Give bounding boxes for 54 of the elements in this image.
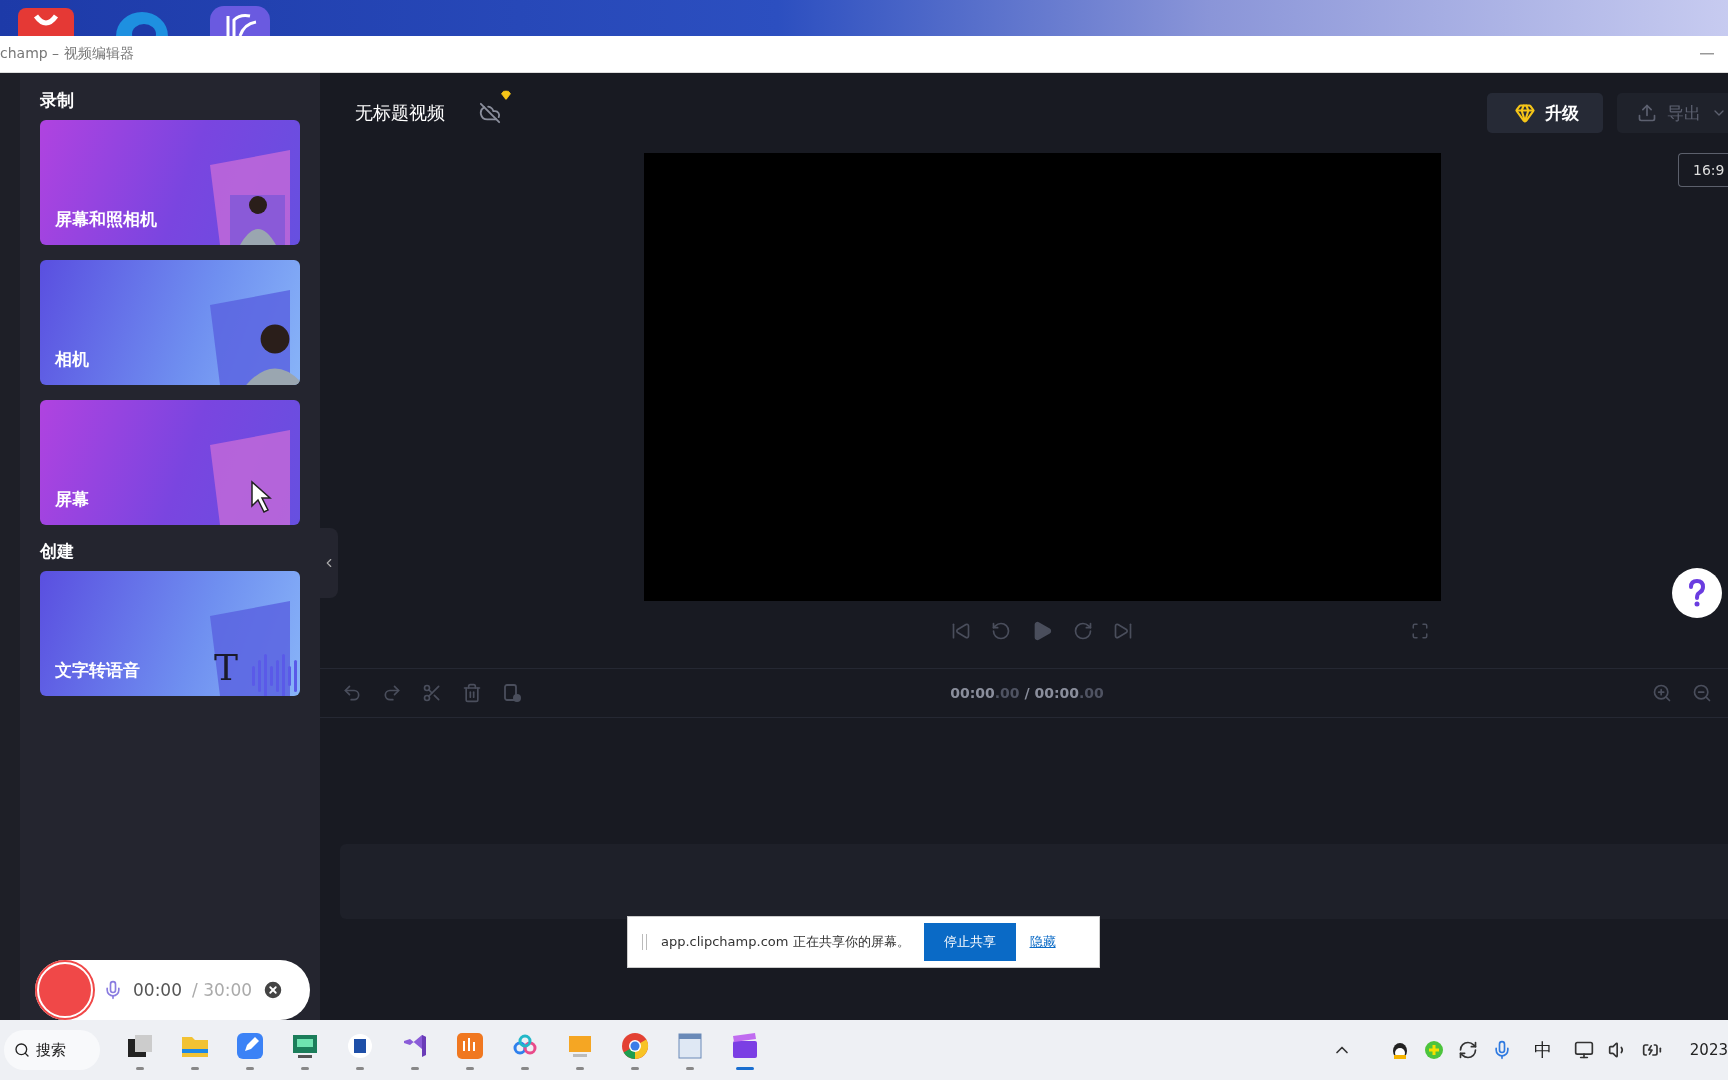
help-button[interactable] — [1672, 568, 1722, 618]
hide-link[interactable]: 隐藏 — [1029, 933, 1056, 951]
section-heading: 创建 — [40, 540, 75, 563]
question-icon — [1688, 579, 1706, 607]
browser-icon — [620, 1030, 650, 1061]
diamond-icon — [501, 90, 511, 100]
record-button[interactable] — [37, 962, 93, 1018]
section-heading: 录制 — [40, 89, 75, 112]
forward-icon[interactable] — [1073, 621, 1093, 641]
plus-circle-icon[interactable] — [1423, 1040, 1444, 1060]
skip-back-icon[interactable] — [951, 621, 971, 641]
search-icon — [14, 1042, 30, 1058]
sync-icon[interactable] — [1457, 1040, 1478, 1060]
time-limit: / 30:00 — [192, 980, 253, 1000]
chart-icon — [455, 1030, 485, 1061]
network-icon[interactable] — [1573, 1040, 1594, 1060]
aspect-ratio-button[interactable]: 16:9 — [1678, 153, 1728, 187]
input-method-indicator[interactable]: 中 — [1533, 1038, 1552, 1062]
letter-glyph: T — [214, 647, 238, 688]
elapsed-time: 00:00 — [133, 980, 182, 1000]
share-message: app.clipchamp.com 正在共享你的屏幕。 — [661, 933, 910, 951]
window-title: champ – 视频编辑器 — [0, 45, 134, 63]
delete-icon[interactable] — [462, 683, 482, 703]
microphone-icon[interactable] — [103, 980, 123, 1000]
record-option-card[interactable]: 屏幕和照相机 — [40, 120, 300, 245]
timecode: 00:00.00 / 00:00.00 — [950, 685, 1104, 701]
pen-icon — [235, 1030, 265, 1061]
record-option-card[interactable]: 文字转语音 T — [40, 571, 300, 696]
cut-icon[interactable] — [422, 683, 442, 703]
redo-icon[interactable] — [382, 683, 402, 703]
app-icon[interactable] — [210, 6, 270, 36]
upgrade-button[interactable]: 升级 — [1487, 93, 1603, 133]
add-media-icon[interactable] — [502, 683, 522, 703]
clapper-icon — [730, 1030, 760, 1061]
clock[interactable]: 2023 — [1689, 1041, 1728, 1059]
undo-icon[interactable] — [342, 683, 362, 703]
window-icon — [675, 1030, 705, 1061]
skip-forward-icon[interactable] — [1113, 621, 1133, 641]
minimize-icon[interactable] — [1700, 53, 1714, 55]
app-icon[interactable] — [18, 8, 74, 36]
zoom-in-icon[interactable] — [1652, 683, 1672, 703]
upload-icon — [1637, 103, 1657, 123]
record-option-card[interactable]: 屏幕 — [40, 400, 300, 525]
record-option-card[interactable]: 相机 — [40, 260, 300, 385]
rewind-icon[interactable] — [991, 621, 1011, 641]
close-icon[interactable] — [262, 979, 285, 1001]
project-title[interactable]: 无标题视频 — [355, 101, 445, 125]
zoom-out-icon[interactable] — [1692, 683, 1712, 703]
drag-handle[interactable] — [642, 934, 647, 950]
fullscreen-icon[interactable] — [1410, 622, 1429, 640]
stop-sharing-button[interactable]: 停止共享 — [923, 923, 1016, 961]
cloud-off-icon — [479, 102, 501, 124]
taskbar-search[interactable]: 搜索 — [4, 1030, 100, 1070]
diamond-icon — [1515, 103, 1535, 123]
